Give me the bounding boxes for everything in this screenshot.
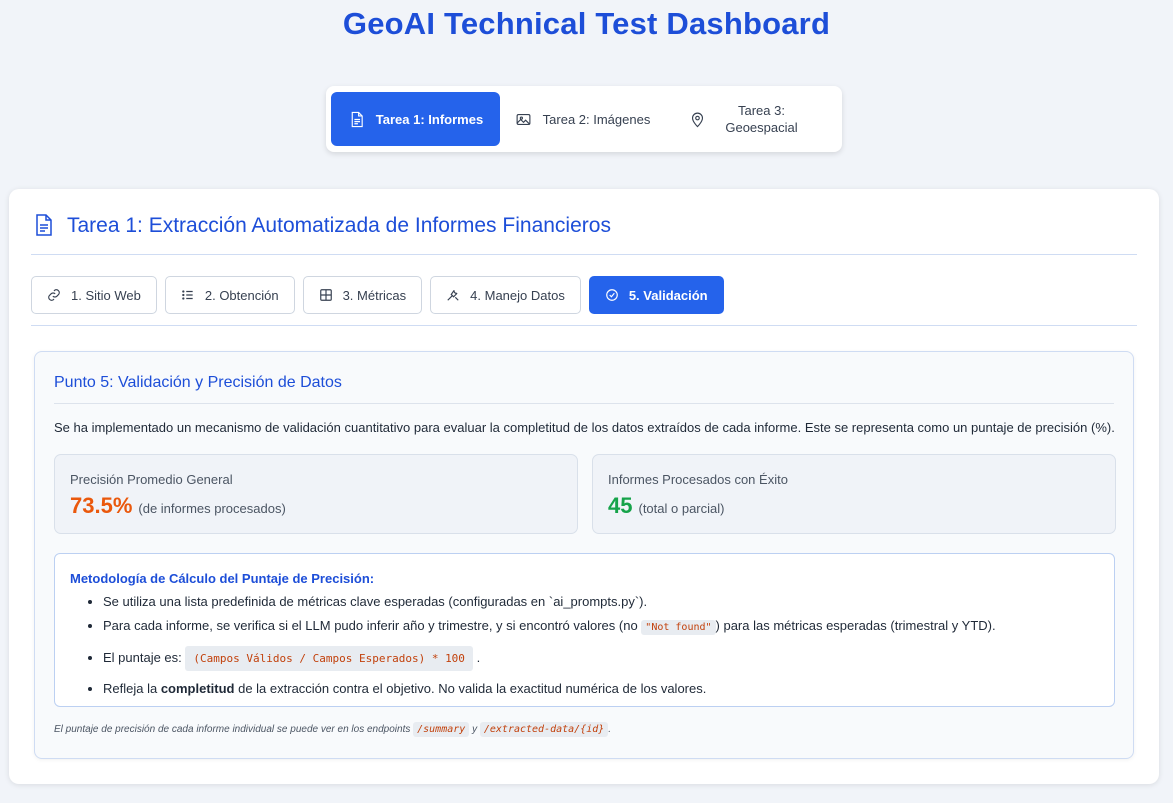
tab-tarea-3-label: Tarea 3: Geoespacial — [725, 103, 798, 135]
subtab-validacion[interactable]: 5. Validación — [588, 276, 724, 314]
subtab-sitio-web[interactable]: 1. Sitio Web — [31, 276, 157, 314]
list-item-text: Refleja la — [103, 681, 161, 696]
tab-tarea-3[interactable]: Tarea 3: Geoespacial — [665, 92, 830, 146]
subtab-obtencion[interactable]: 2. Obtención — [164, 276, 295, 314]
list-item-text: ) para las métricas esperadas (trimestra… — [715, 618, 996, 633]
tab-tarea-1-label: Tarea 1: Informes — [375, 111, 484, 127]
subtab-manejo-datos[interactable]: 4. Manejo Datos — [430, 276, 581, 314]
list-item-text: Se utiliza una lista predefinida de métr… — [103, 594, 648, 609]
stat-value: 45 — [608, 493, 633, 518]
card-header: Tarea 1: Extracción Automatizada de Info… — [31, 213, 1137, 255]
tab-tarea-2-label: Tarea 2: Imágenes — [542, 111, 651, 127]
tools-icon — [446, 288, 460, 302]
subtab-metricas[interactable]: 3. Métricas — [302, 276, 423, 314]
validation-panel: Punto 5: Validación y Precisión de Datos… — [34, 351, 1134, 759]
check-circle-icon — [605, 288, 619, 302]
map-pin-icon — [689, 110, 707, 128]
methodology-box: Metodología de Cálculo del Puntaje de Pr… — [54, 553, 1115, 707]
list-item-text: El puntaje es: — [103, 650, 182, 665]
list-item-text: de la extracción contra el objetivo. No … — [234, 681, 707, 696]
subtab-label: 2. Obtención — [204, 287, 279, 303]
main-tab-bar: Tarea 1: Informes Tarea 2: Imágenes Tare… — [326, 86, 842, 152]
stat-note: (total o parcial) — [638, 501, 725, 516]
code-summary-endpoint: /summary — [413, 722, 470, 737]
stat-card-processed: Informes Procesados con Éxito 45 (total … — [592, 454, 1116, 534]
list-item-bold: completitud — [160, 681, 235, 696]
list-item: Refleja la completitud de la extracción … — [103, 681, 996, 697]
card-title: Tarea 1: Extracción Automatizada de Info… — [67, 214, 611, 237]
subtab-label: 4. Manejo Datos — [470, 287, 565, 303]
stat-card-precision: Precisión Promedio General 73.5% (de inf… — [54, 454, 578, 534]
footnote: El puntaje de precisión de cada informe … — [54, 722, 612, 737]
code-not-found: "Not found" — [641, 620, 716, 635]
list-icon — [181, 288, 195, 302]
footnote-text: . — [608, 724, 612, 735]
methodology-list: Se utiliza una lista predefinida de métr… — [103, 594, 996, 705]
code-formula: (Campos Válidos / Campos Esperados) * 10… — [185, 646, 473, 671]
sub-tab-bar: 1. Sitio Web 2. Obtención 3. Métricas 4.… — [31, 276, 1137, 326]
tab-tarea-1[interactable]: Tarea 1: Informes — [331, 92, 500, 146]
stat-note: (de informes procesados) — [138, 501, 286, 516]
subtab-label: 3. Métricas — [342, 287, 407, 303]
subtab-label: 1. Sitio Web — [71, 287, 141, 303]
stat-value: 73.5% — [70, 493, 133, 518]
list-item-text: Para cada informe, se verifica si el LLM… — [103, 618, 642, 633]
stat-label: Precisión Promedio General — [70, 472, 233, 487]
list-item-text: . — [476, 650, 481, 665]
list-item: Se utiliza una lista predefinida de métr… — [103, 594, 996, 610]
code-extracted-data-endpoint: /extracted-data/{id} — [479, 722, 609, 737]
report-icon — [348, 110, 366, 128]
panel-title: Punto 5: Validación y Precisión de Datos — [54, 374, 1114, 404]
subtab-label: 5. Validación — [628, 287, 708, 303]
list-item: El puntaje es: (Campos Válidos / Campos … — [103, 646, 996, 671]
link-icon — [47, 288, 61, 302]
image-icon — [515, 110, 533, 128]
tab-tarea-2[interactable]: Tarea 2: Imágenes — [500, 92, 665, 146]
panel-description: Se ha implementado un mecanismo de valid… — [54, 420, 1115, 435]
report-icon — [31, 213, 55, 242]
footnote-text: y — [469, 724, 480, 735]
footnote-text: El puntaje de precisión de cada informe … — [54, 724, 414, 735]
task-card: Tarea 1: Extracción Automatizada de Info… — [9, 189, 1159, 784]
table-icon — [319, 288, 333, 302]
app-title: GeoAI Technical Test Dashboard — [342, 6, 831, 41]
list-item: Para cada informe, se verifica si el LLM… — [103, 618, 996, 636]
stat-label: Informes Procesados con Éxito — [608, 472, 788, 487]
methodology-title: Metodología de Cálculo del Puntaje de Pr… — [70, 571, 375, 586]
